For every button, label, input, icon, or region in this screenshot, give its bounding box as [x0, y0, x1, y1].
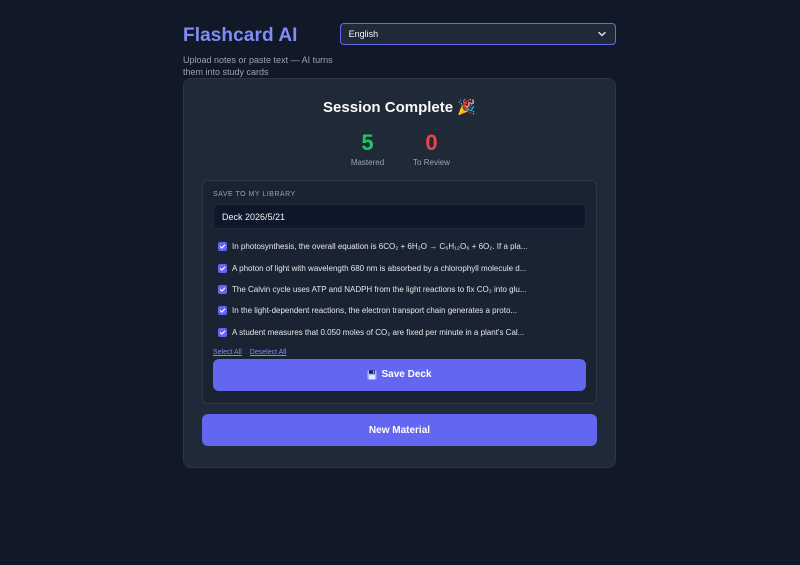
card-text: A student measures that 0.050 moles of C… [232, 327, 525, 337]
select-all-link[interactable]: Select All [213, 349, 242, 356]
list-item[interactable]: A photon of light with wavelength 680 nm… [213, 257, 586, 278]
header: Flashcard AI Upload notes or paste text … [183, 22, 616, 78]
app-container: Flashcard AI Upload notes or paste text … [183, 22, 616, 468]
list-item[interactable]: In the light-dependent reactions, the el… [213, 300, 586, 321]
card-text: In photosynthesis, the overall equation … [232, 242, 528, 252]
session-stats: 5 Mastered 0 To Review [202, 130, 597, 167]
party-popper-icon: 🎉 [457, 99, 476, 116]
check-icon [219, 308, 226, 314]
card-checkbox[interactable] [218, 242, 227, 252]
app-subtitle: Upload notes or paste text — AI turns th… [183, 55, 333, 77]
list-item[interactable]: A student measures that 0.050 moles of C… [213, 322, 586, 343]
brand: Flashcard AI Upload notes or paste text … [183, 22, 340, 78]
card-list: In photosynthesis, the overall equation … [213, 236, 586, 343]
check-icon [219, 330, 226, 335]
check-icon [219, 266, 226, 271]
card-text: A photon of light with wavelength 680 nm… [232, 263, 527, 273]
check-icon [219, 244, 226, 249]
selection-links: Select All Deselect All [213, 349, 586, 356]
list-item[interactable]: The Calvin cycle uses ATP and NADPH from… [213, 279, 586, 300]
stat-to-review: 0 To Review [412, 130, 452, 167]
mastered-count: 5 [361, 130, 374, 155]
list-item[interactable]: In photosynthesis, the overall equation … [213, 236, 586, 257]
save-library-panel: Save to my library Deck 2026/5/21 In pho… [202, 180, 597, 404]
floppy-disk-icon [367, 370, 377, 380]
review-label: To Review [413, 158, 450, 167]
session-card: Session Complete 🎉 5 Mastered 0 To Revie… [183, 78, 616, 468]
save-deck-label: Save Deck [381, 369, 432, 381]
session-title-row: Session Complete 🎉 [202, 98, 597, 118]
card-text: In the light-dependent reactions, the el… [232, 306, 518, 316]
language-select[interactable]: English [339, 23, 616, 45]
card-checkbox[interactable] [218, 306, 227, 316]
deselect-all-link[interactable]: Deselect All [250, 349, 287, 356]
card-checkbox[interactable] [218, 284, 227, 294]
session-title: Session Complete [323, 99, 454, 116]
deck-name-input[interactable]: Deck 2026/5/21 [213, 204, 586, 229]
new-material-button[interactable]: New Material [202, 414, 597, 446]
card-checkbox[interactable] [218, 263, 227, 273]
app-title: Flashcard AI [183, 25, 298, 46]
card-text: The Calvin cycle uses ATP and NADPH from… [232, 284, 527, 294]
card-checkbox[interactable] [218, 327, 227, 337]
language-select-value: English [348, 29, 379, 39]
check-icon [219, 287, 226, 292]
review-count: 0 [425, 130, 438, 155]
deck-name-value: Deck 2026/5/21 [222, 211, 286, 222]
save-deck-button[interactable]: Save Deck [213, 358, 586, 391]
chevron-down-icon [598, 31, 606, 37]
mastered-label: Mastered [350, 158, 385, 167]
library-label: Save to my library [213, 191, 296, 198]
stat-mastered: 5 Mastered [348, 130, 388, 167]
